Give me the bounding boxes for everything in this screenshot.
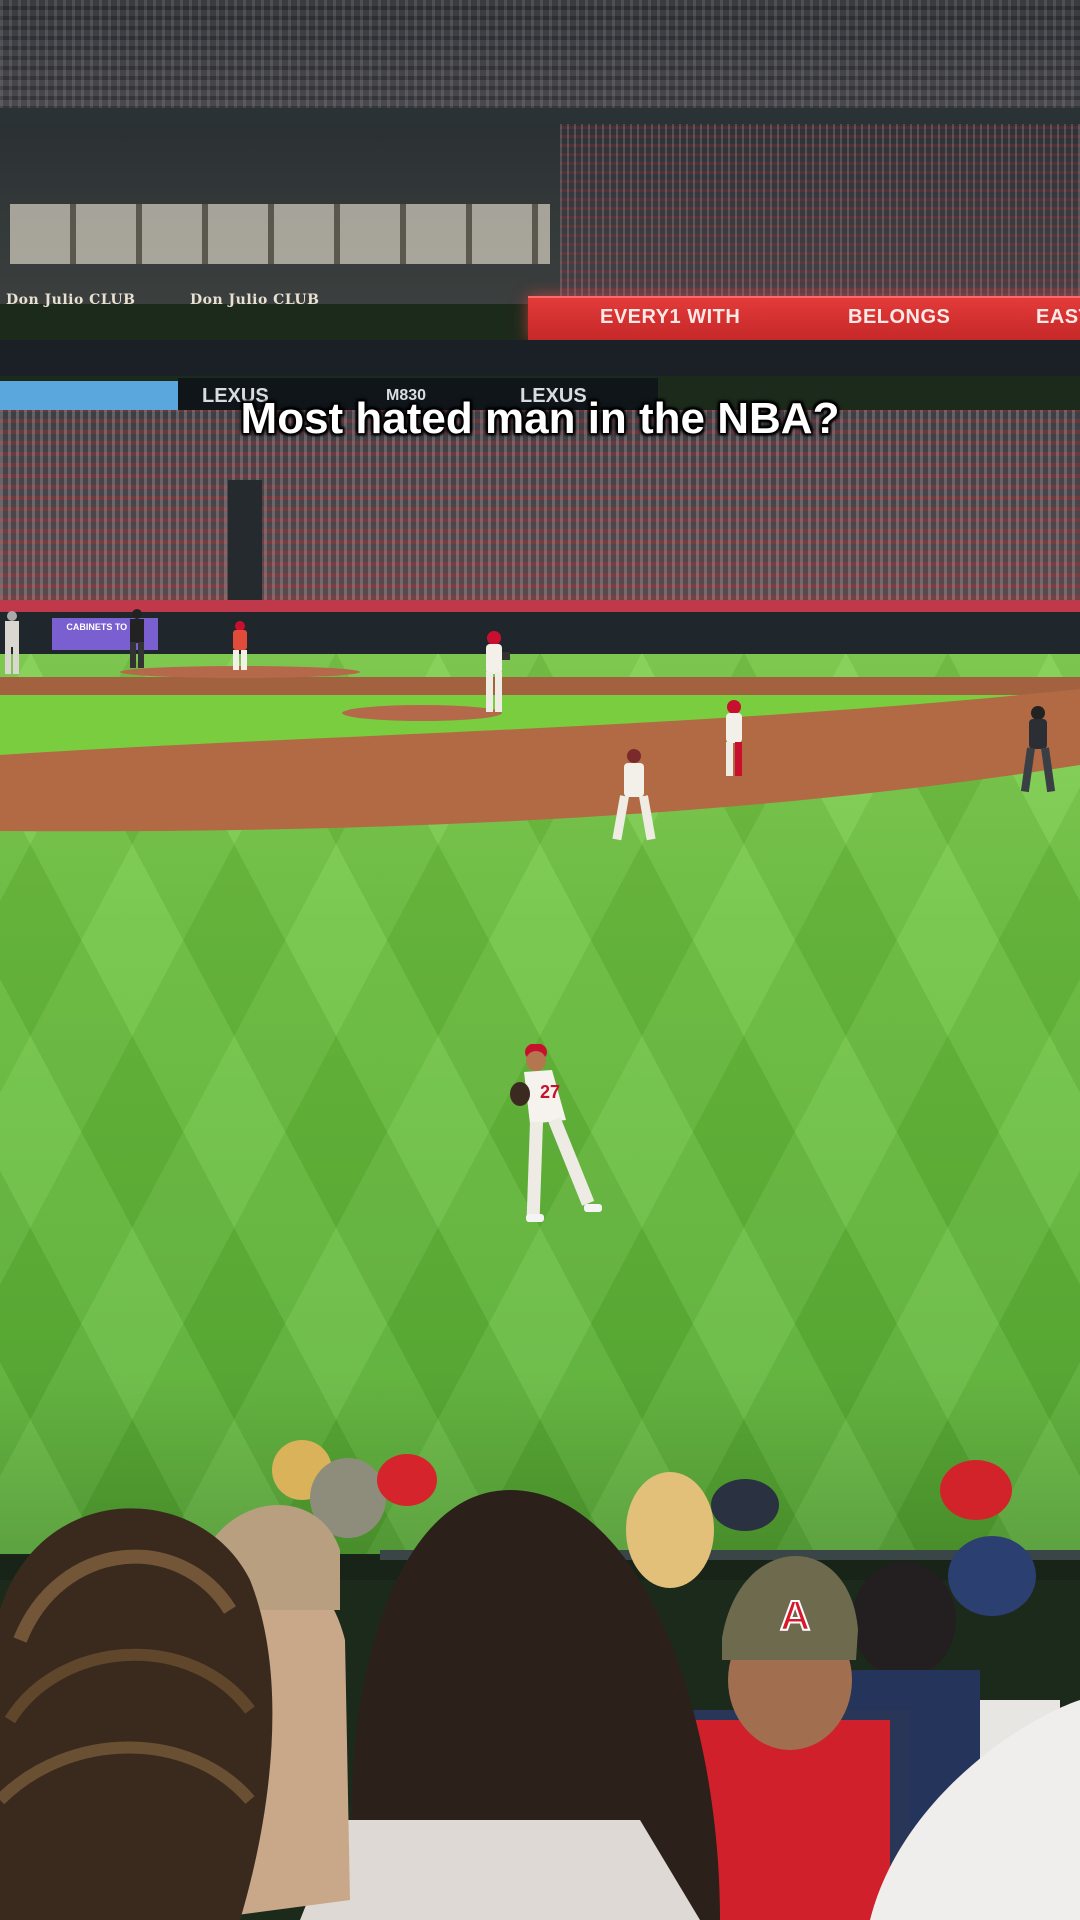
ribbon-text-3: EAST	[1036, 306, 1080, 328]
club-sign-right: Don Julio CLUB	[190, 292, 320, 308]
club-sign-left: Don Julio CLUB	[6, 292, 136, 308]
base-coach	[130, 609, 144, 668]
dark-hair-head	[852, 1562, 956, 1678]
batter	[233, 621, 247, 670]
navy-cap-head	[711, 1479, 779, 1531]
fascia	[0, 340, 1080, 376]
warning-track	[0, 677, 1080, 695]
second-baseman	[726, 700, 742, 776]
cap-logo: A	[780, 1592, 810, 1639]
ribbon-board: EVERY1 WITH BELONGS EAST	[528, 296, 1080, 340]
video-frame: Don Julio CLUB Don Julio CLUB EVERY1 WIT…	[0, 0, 1080, 1920]
ribbon-text-2: BELONGS	[848, 306, 951, 328]
upper-deck-crowd	[0, 0, 1080, 120]
mid-stands-crowd	[560, 124, 1080, 300]
video-caption: Most hated man in the NBA?	[240, 394, 840, 443]
umpire	[1020, 706, 1056, 793]
svg-text:27: 27	[540, 1082, 560, 1102]
red-cap-right	[940, 1460, 1012, 1520]
curly-hair-head	[0, 1508, 273, 1920]
club-level	[0, 124, 560, 304]
club-windows	[10, 204, 550, 264]
blonde-head	[626, 1472, 714, 1588]
first-baseman	[5, 611, 19, 674]
infield	[0, 666, 1080, 832]
outfield-wall	[0, 612, 1080, 654]
outfielder: 27	[510, 1044, 602, 1222]
navy-cap-right	[948, 1536, 1036, 1616]
white-shirt-center	[300, 1820, 700, 1920]
pitcher	[486, 631, 510, 712]
foreground-crowd: A	[0, 1440, 1080, 1920]
outfield-wall-band	[0, 600, 1080, 612]
ribbon-text-1: EVERY1 WITH	[600, 306, 741, 328]
stands-aisle	[228, 480, 262, 610]
deck-rail	[0, 108, 1080, 124]
shortstop	[612, 749, 656, 841]
red-cap-head	[377, 1454, 437, 1506]
